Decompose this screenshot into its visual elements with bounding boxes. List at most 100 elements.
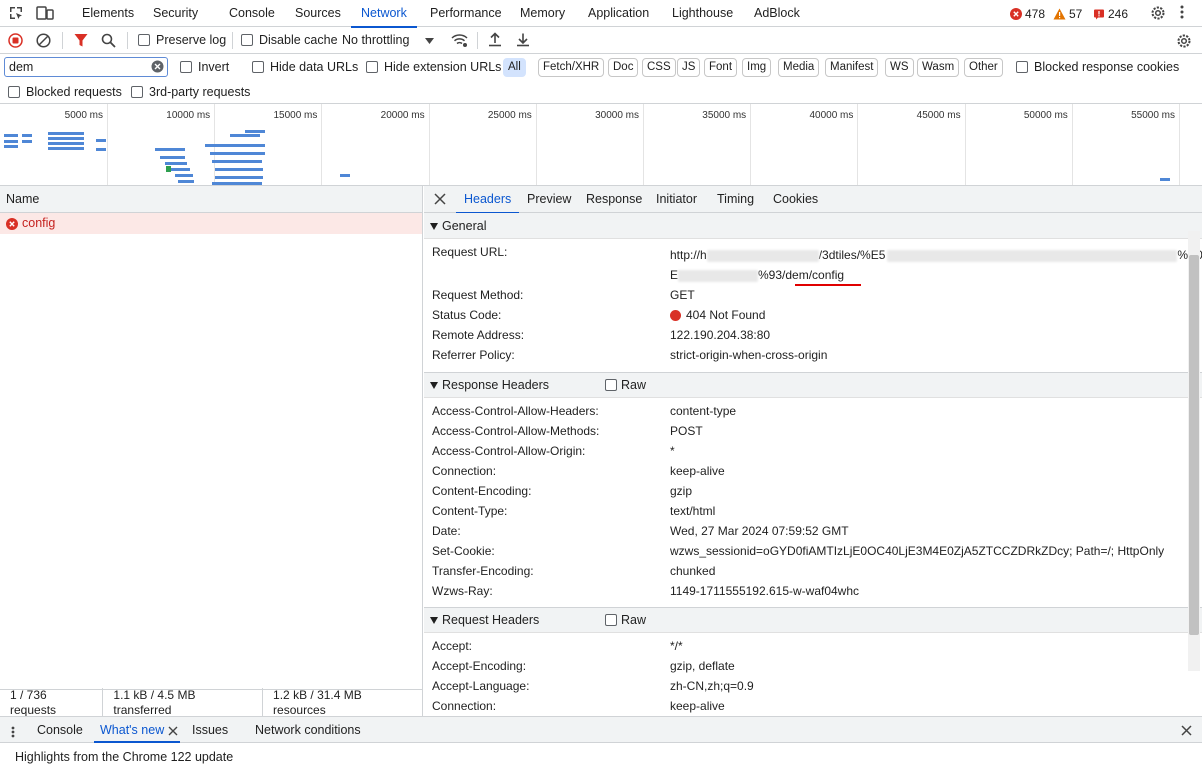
timeline-request-bar xyxy=(212,160,262,163)
timeline-tick-label: 35000 ms xyxy=(702,110,747,121)
filter-icon[interactable] xyxy=(74,33,88,48)
invert-checkbox[interactable]: Invert xyxy=(180,60,229,74)
drawer-menu-icon[interactable] xyxy=(11,726,15,741)
type-filter-other[interactable]: Other xyxy=(964,58,1003,77)
tab-headers[interactable]: Headers xyxy=(455,186,520,214)
drawer-tab-whats-new[interactable]: What's new xyxy=(93,717,181,743)
hide-extension-urls-checkbox[interactable]: Hide extension URLs xyxy=(366,60,501,74)
close-tab-icon[interactable] xyxy=(168,725,178,739)
tab-timing[interactable]: Timing xyxy=(717,186,754,213)
request-raw-checkbox[interactable]: Raw xyxy=(605,607,646,633)
blocked-response-cookies-label: Blocked response cookies xyxy=(1034,60,1180,74)
general-section-header[interactable]: General xyxy=(424,213,1202,239)
request-header-row: Accept-Encoding: gzip, deflate xyxy=(424,656,1202,676)
device-toolbar-icon[interactable] xyxy=(36,5,54,24)
import-har-upload-icon[interactable] xyxy=(488,32,502,47)
type-filter-doc[interactable]: Doc xyxy=(608,58,639,77)
drawer-tab-issues[interactable]: Issues xyxy=(192,717,228,743)
scrollbar-thumb[interactable] xyxy=(1189,255,1199,635)
response-header-value: * xyxy=(670,444,675,458)
tab-memory[interactable]: Memory xyxy=(518,0,567,27)
drawer-tab-network-conditions[interactable]: Network conditions xyxy=(255,717,361,743)
request-count: 1 / 736 requests xyxy=(0,688,104,718)
tab-network[interactable]: Network xyxy=(351,0,417,28)
request-row-config[interactable]: config xyxy=(0,213,422,234)
type-filter-ws[interactable]: WS xyxy=(885,58,914,77)
third-party-requests-checkbox[interactable]: 3rd-party requests xyxy=(131,85,250,99)
request-url-value[interactable]: http://h/3dtiles/%E5%B0% E%93/dem/config xyxy=(670,245,1202,285)
type-filter-js[interactable]: JS xyxy=(677,58,701,77)
clear-icon[interactable] xyxy=(36,33,51,48)
timeline-request-bar xyxy=(22,134,32,137)
more-options-icon[interactable] xyxy=(1180,5,1184,22)
transferred-size: 1.1 kB / 4.5 MB transferred xyxy=(103,688,264,718)
response-header-value: Wed, 27 Mar 2024 07:59:52 GMT xyxy=(670,524,849,538)
hide-data-urls-checkbox[interactable]: Hide data URLs xyxy=(252,60,358,74)
blocked-response-cookies-checkbox[interactable]: Blocked response cookies xyxy=(1016,60,1179,74)
request-headers-section-header[interactable]: Request Headers Raw xyxy=(424,607,1202,633)
record-stop-icon[interactable] xyxy=(8,33,23,48)
preserve-log-checkbox[interactable]: Preserve log xyxy=(138,33,226,47)
response-headers-section-header[interactable]: Response Headers Raw xyxy=(424,372,1202,398)
response-raw-checkbox[interactable]: Raw xyxy=(605,372,646,398)
tab-adblock[interactable]: AdBlock xyxy=(752,0,802,27)
referrer-policy-label: Referrer Policy: xyxy=(432,348,515,362)
throttling-select[interactable]: No throttling xyxy=(342,33,435,47)
drawer-tab-console[interactable]: Console xyxy=(37,717,83,743)
status-code-value: 404 Not Found xyxy=(686,308,766,322)
type-filter-manifest[interactable]: Manifest xyxy=(825,58,879,77)
disable-cache-checkbox[interactable]: Disable cache xyxy=(241,33,338,47)
error-counter[interactable]: 478 xyxy=(1010,7,1045,21)
request-header-value: zh-CN,zh;q=0.9 xyxy=(670,679,754,693)
timeline-tick-label: 25000 ms xyxy=(487,110,532,121)
type-filter-css[interactable]: CSS xyxy=(642,58,676,77)
timeline-tick-label: 45000 ms xyxy=(916,110,961,121)
tab-performance[interactable]: Performance xyxy=(428,0,504,27)
network-conditions-wifi-icon[interactable] xyxy=(451,33,468,48)
timeline-request-bar xyxy=(215,168,263,171)
type-filter-media[interactable]: Media xyxy=(778,58,820,77)
export-har-download-icon[interactable] xyxy=(516,32,530,47)
search-icon[interactable] xyxy=(101,33,116,48)
hide-extension-urls-label: Hide extension URLs xyxy=(384,60,502,74)
response-header-value: chunked xyxy=(670,564,716,578)
status-summary-bar: 1 / 736 requests 1.1 kB / 4.5 MB transfe… xyxy=(0,688,423,718)
blocked-requests-checkbox[interactable]: Blocked requests xyxy=(8,85,122,99)
tab-cookies[interactable]: Cookies xyxy=(773,186,818,213)
settings-gear-icon[interactable] xyxy=(1150,5,1166,24)
timeline-request-bar xyxy=(48,142,84,145)
tab-response[interactable]: Response xyxy=(586,186,642,213)
timeline-tick-label: 55000 ms xyxy=(1131,110,1175,121)
tab-preview[interactable]: Preview xyxy=(527,186,571,213)
tab-lighthouse[interactable]: Lighthouse xyxy=(670,0,735,27)
warning-counter[interactable]: 57 xyxy=(1053,7,1082,21)
close-details-icon[interactable] xyxy=(434,193,446,208)
type-filter-fetch-xhr[interactable]: Fetch/XHR xyxy=(538,58,605,77)
timeline-request-bar xyxy=(175,174,193,177)
whats-new-headline[interactable]: Highlights from the Chrome 122 update xyxy=(15,750,233,764)
tab-console[interactable]: Console xyxy=(227,0,277,27)
tab-application[interactable]: Application xyxy=(586,0,651,27)
type-filter-font[interactable]: Font xyxy=(704,58,738,77)
inspect-element-icon[interactable] xyxy=(8,5,24,24)
details-scrollbar[interactable] xyxy=(1188,231,1200,671)
network-overview-timeline[interactable]: 5000 ms 10000 ms 15000 ms 20000 ms 25000 ms 3… xyxy=(0,104,1202,186)
name-column-header[interactable]: Name xyxy=(0,186,422,213)
timeline-request-bar xyxy=(170,168,190,171)
filter-input[interactable]: dem xyxy=(4,57,168,77)
tab-security[interactable]: Security xyxy=(151,0,200,27)
tab-sources[interactable]: Sources xyxy=(293,0,343,27)
whats-new-content: Highlights from the Chrome 122 update xyxy=(0,743,1202,773)
type-filter-img[interactable]: Img xyxy=(742,58,772,77)
close-drawer-icon[interactable] xyxy=(1181,725,1192,739)
issues-counter[interactable]: 246 xyxy=(1093,7,1128,21)
network-settings-gear-icon[interactable] xyxy=(1176,33,1192,49)
request-details-panel: Headers Preview Response Initiator Timin… xyxy=(424,186,1202,716)
clear-filter-icon[interactable] xyxy=(151,60,164,78)
tab-elements[interactable]: Elements xyxy=(80,0,136,27)
type-filter-wasm[interactable]: Wasm xyxy=(917,58,960,77)
response-header-row: Wzws-Ray: 1149-1711555192.615-w-waf04whc xyxy=(424,581,1202,601)
tab-initiator[interactable]: Initiator xyxy=(656,186,697,213)
type-filter-all[interactable]: All xyxy=(503,58,526,77)
redacted-block xyxy=(887,249,1178,262)
